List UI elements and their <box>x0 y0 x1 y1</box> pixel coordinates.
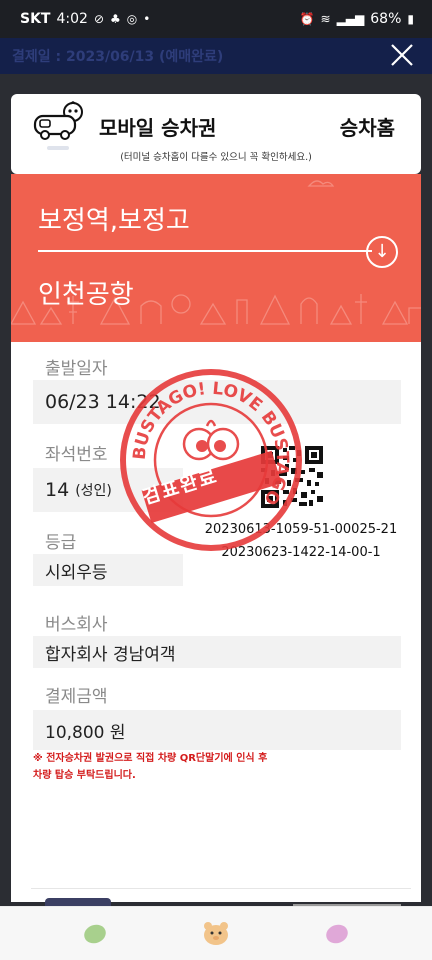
amount-value: 10,800 원 <box>33 710 401 750</box>
close-button[interactable] <box>388 42 416 70</box>
amount-label: 결제금액 <box>45 687 108 707</box>
battery-label: 68% <box>370 11 402 27</box>
arrow-down-circle-icon: ↓ <box>366 236 398 268</box>
ticket-detail-card: 출발일자 06/23 14:22 좌석번호 14 (성인) 등급 시외우등 버스… <box>11 342 421 910</box>
notice-line-2: 차량 탑승 부탁드립니다. <box>33 770 136 781</box>
stamp-mascot-icon <box>182 419 240 461</box>
company-label: 버스회사 <box>45 615 108 635</box>
notification-icon: ♣ <box>110 12 121 26</box>
origin-station: 보정역,보정고 <box>38 206 190 236</box>
ticket-checked-stamp: BUSTAGO! LOVE BUSTAGO <box>120 369 302 551</box>
status-bar: SKT 4:02 ⊘ ♣ ◎ • ⏰ ≋ ▂▄▆ 68% ▮ <box>0 0 432 38</box>
grade-text: 시외우등 <box>45 562 108 583</box>
boarding-gate-label: 승차홈 <box>339 116 395 140</box>
carrier-label: SKT <box>20 11 51 27</box>
payment-date-bar: 결제일 : 2023/06/13 (예매완료) <box>0 38 432 74</box>
ticket-header-card: 모바일 승차권 승차홈 (터미널 승차홈이 다를수 있으니 꼭 확인하세요.) <box>11 94 421 174</box>
bean-pink-icon[interactable] <box>322 919 352 949</box>
detail-divider <box>31 888 411 889</box>
route-line <box>38 250 372 252</box>
more-dot-icon: • <box>143 12 151 26</box>
clock: 4:02 <box>56 11 88 27</box>
bustago-mascot-logo <box>33 101 83 140</box>
company-value: 합자회사 경남여객 <box>33 636 401 668</box>
payment-date-label: 결제일 : 2023/06/13 (예매완료) <box>12 49 224 65</box>
status-right: ⏰ ≋ ▂▄▆ 68% ▮ <box>300 11 414 27</box>
departure-label: 출발일자 <box>45 359 108 379</box>
seat-number: 14 <box>45 479 70 501</box>
route-block: 보정역,보정고 ↓ 인천공항 <box>11 174 421 342</box>
bear-face-icon[interactable] <box>201 919 231 949</box>
bottom-navigation <box>0 906 432 960</box>
mobile-ticket-title: 모바일 승차권 <box>99 116 217 140</box>
no-data-icon: ⊘ <box>93 12 104 26</box>
notice-line-1: ※ 전자승차권 발권으로 직접 차량 QR단말기에 인식 후 <box>33 753 268 764</box>
boarding-notice: ※ 전자승차권 발권으로 직접 차량 QR단말기에 인식 후 차량 탑승 부탁드… <box>33 750 303 784</box>
company-text: 합자회사 경남여객 <box>45 644 176 665</box>
wifi-icon: ≋ <box>320 12 331 26</box>
signal-icon: ▂▄▆ <box>336 12 365 26</box>
close-icon <box>391 44 413 66</box>
alarm-icon: ⏰ <box>299 12 315 26</box>
seat-type: (성인) <box>75 483 112 499</box>
amount-text: 10,800 원 <box>45 722 126 743</box>
seat-label: 좌석번호 <box>45 445 108 465</box>
destination-station: 인천공항 <box>38 280 134 310</box>
status-left: SKT 4:02 ⊘ ♣ ◎ • <box>20 11 150 27</box>
gate-notice: (터미널 승차홈이 다를수 있으니 꼭 확인하세요.) <box>120 152 312 163</box>
instagram-icon: ◎ <box>126 12 138 26</box>
grade-label: 등급 <box>45 533 77 553</box>
battery-icon: ▮ <box>407 12 414 26</box>
bean-green-icon[interactable] <box>80 919 110 949</box>
